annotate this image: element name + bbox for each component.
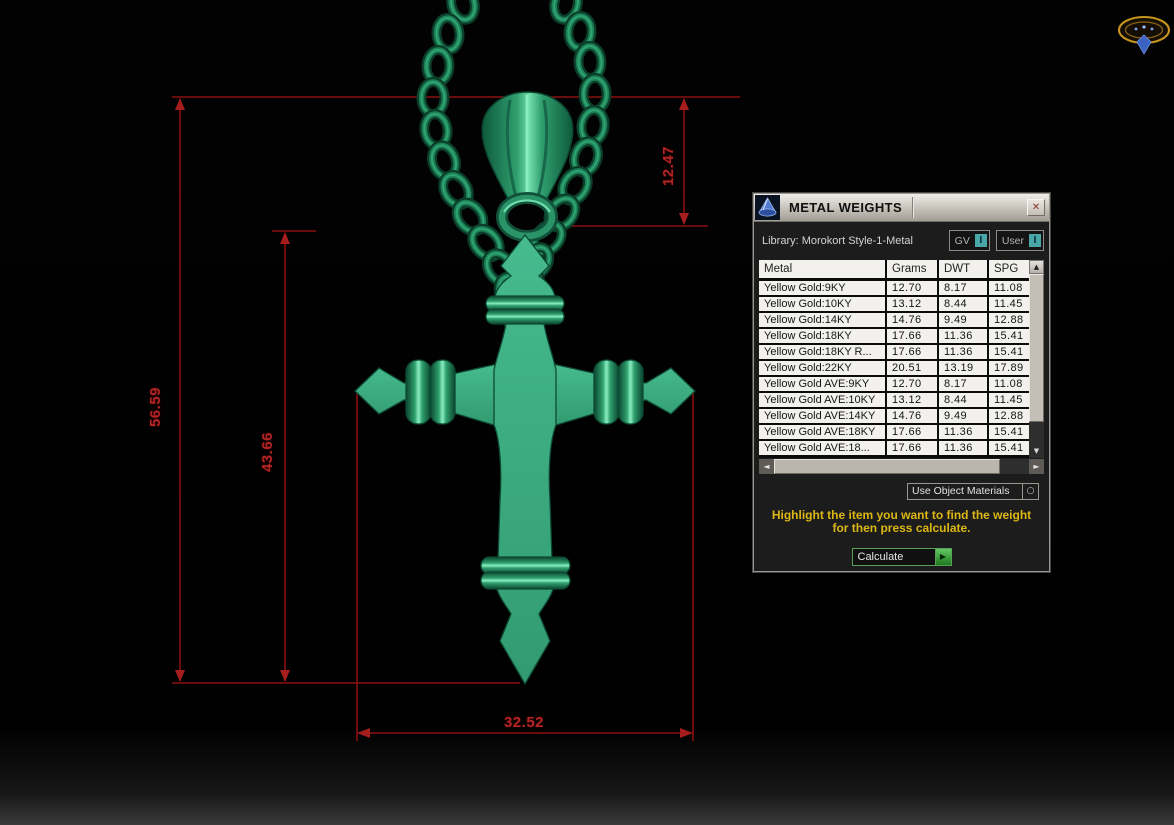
column-header-dwt: DWT — [939, 260, 987, 278]
dwt-cell: 9.49 — [939, 313, 987, 327]
dwt-cell: 8.44 — [939, 393, 987, 407]
pendant-bail — [481, 91, 574, 242]
table-row[interactable]: Yellow Gold:18KY 17.66 11.36 15.41 — [759, 329, 1044, 343]
dwt-cell: 8.44 — [939, 297, 987, 311]
table-row[interactable]: Yellow Gold:18KY R... 17.66 11.36 15.41 — [759, 345, 1044, 359]
grams-cell: 17.66 — [887, 329, 937, 343]
grams-cell: 12.70 — [887, 377, 937, 391]
horizontal-scroll-thumb[interactable] — [774, 459, 1000, 474]
grams-cell: 13.12 — [887, 393, 937, 407]
grams-cell: 13.12 — [887, 297, 937, 311]
metal-weights-dialog: METAL WEIGHTS ✕ Library: Morokort Style-… — [752, 192, 1051, 573]
table-row[interactable]: Yellow Gold AVE:9KY 12.70 8.17 11.08 — [759, 377, 1044, 391]
dwt-cell: 8.17 — [939, 281, 987, 295]
dwt-cell: 9.49 — [939, 409, 987, 423]
metal-cell: Yellow Gold AVE:18KY — [759, 425, 885, 439]
scroll-left-icon[interactable]: ◄ — [759, 459, 774, 474]
metal-cell: Yellow Gold:22KY — [759, 361, 885, 375]
dwt-cell: 13.19 — [939, 361, 987, 375]
vertical-scroll-thumb[interactable] — [1029, 274, 1044, 422]
dimension-label-total-height: 56.59 — [147, 386, 164, 428]
metals-table: Metal Grams DWT SPG Yellow Gold:9KY 12.7… — [759, 260, 1044, 458]
metal-cell: Yellow Gold:18KY R... — [759, 345, 885, 359]
dwt-cell: 11.36 — [939, 441, 987, 455]
dimension-label-bail-height: 12.47 — [660, 145, 677, 187]
metal-cell: Yellow Gold AVE:9KY — [759, 377, 885, 391]
grams-cell: 14.76 — [887, 313, 937, 327]
grams-cell: 12.70 — [887, 281, 937, 295]
metal-cell: Yellow Gold:10KY — [759, 297, 885, 311]
metal-cell: Yellow Gold:14KY — [759, 313, 885, 327]
user-button[interactable]: User I — [995, 230, 1044, 251]
cad-viewport[interactable]: 12.47 56.59 43.66 32.52 METAL WEIGHTS ✕ … — [0, 0, 1174, 825]
horizontal-scrollbar[interactable]: ◄ ► — [759, 459, 1044, 474]
dwt-cell: 11.36 — [939, 345, 987, 359]
dimension-label-cross-width: 32.52 — [503, 714, 545, 731]
instruction-line-2: for then press calculate. — [832, 521, 971, 535]
metal-cell: Yellow Gold:9KY — [759, 281, 885, 295]
dwt-cell: 8.17 — [939, 377, 987, 391]
dwt-cell: 11.36 — [939, 425, 987, 439]
gv-button[interactable]: GV I — [948, 230, 990, 251]
column-header-grams: Grams — [887, 260, 937, 278]
dimension-lines — [172, 96, 740, 741]
table-row[interactable]: Yellow Gold AVE:18... 17.66 11.36 15.41 — [759, 441, 1044, 455]
scroll-right-icon[interactable]: ► — [1029, 459, 1044, 474]
dimension-label-cross-height: 43.66 — [259, 431, 276, 473]
calculate-button-label: Calculate — [857, 551, 904, 563]
table-row[interactable]: Yellow Gold AVE:10KY 13.12 8.44 11.45 — [759, 393, 1044, 407]
grams-cell: 17.66 — [887, 441, 937, 455]
grams-cell: 14.76 — [887, 409, 937, 423]
scroll-down-icon[interactable]: ▼ — [1029, 444, 1044, 458]
horizontal-scroll-track[interactable] — [1000, 459, 1029, 474]
use-object-materials-selector[interactable]: Use Object Materials ○ — [907, 483, 1039, 500]
table-row[interactable]: Yellow Gold:14KY 14.76 9.49 12.88 — [759, 313, 1044, 327]
scroll-up-icon[interactable]: ▲ — [1029, 260, 1044, 274]
grams-cell: 17.66 — [887, 425, 937, 439]
metal-cell: Yellow Gold AVE:18... — [759, 441, 885, 455]
table-row[interactable]: Yellow Gold AVE:18KY 17.66 11.36 15.41 — [759, 425, 1044, 439]
metal-cell: Yellow Gold:18KY — [759, 329, 885, 343]
table-row[interactable]: Yellow Gold:22KY 20.51 13.19 17.89 — [759, 361, 1044, 375]
grams-cell: 17.66 — [887, 345, 937, 359]
use-object-materials-label: Use Object Materials — [912, 485, 1010, 497]
vertical-scrollbar[interactable]: ▲ ▼ — [1029, 260, 1044, 458]
user-toggle-icon[interactable]: I — [1029, 234, 1041, 247]
metal-cell: Yellow Gold AVE:14KY — [759, 409, 885, 423]
gemvision-logo — [1118, 16, 1170, 55]
instruction-text: Highlight the item you want to find the … — [754, 509, 1049, 535]
table-row[interactable]: Yellow Gold AVE:14KY 14.76 9.49 12.88 — [759, 409, 1044, 423]
calculate-button[interactable]: Calculate ▶ — [851, 548, 952, 566]
play-icon: ▶ — [934, 549, 951, 565]
dialog-title: METAL WEIGHTS — [789, 200, 903, 215]
close-icon[interactable]: ✕ — [1027, 199, 1045, 216]
dwt-cell: 11.36 — [939, 329, 987, 343]
table-row[interactable]: Yellow Gold:9KY 12.70 8.17 11.08 — [759, 281, 1044, 295]
titlebar-divider — [912, 197, 914, 218]
user-button-label: User — [1001, 234, 1024, 247]
gv-button-label: GV — [954, 234, 970, 247]
column-header-metal: Metal — [759, 260, 885, 278]
dialog-titlebar[interactable]: METAL WEIGHTS ✕ — [754, 194, 1049, 222]
table-header-row: Metal Grams DWT SPG — [759, 260, 1044, 278]
radio-icon[interactable]: ○ — [1022, 484, 1038, 499]
gem-cone-icon — [755, 195, 780, 220]
gv-toggle-icon[interactable]: I — [974, 234, 987, 247]
metal-cell: Yellow Gold AVE:10KY — [759, 393, 885, 407]
table-row[interactable]: Yellow Gold:10KY 13.12 8.44 11.45 — [759, 297, 1044, 311]
cross-model — [354, 233, 696, 686]
library-label: Library: Morokort Style-1-Metal — [762, 234, 913, 247]
grams-cell: 20.51 — [887, 361, 937, 375]
